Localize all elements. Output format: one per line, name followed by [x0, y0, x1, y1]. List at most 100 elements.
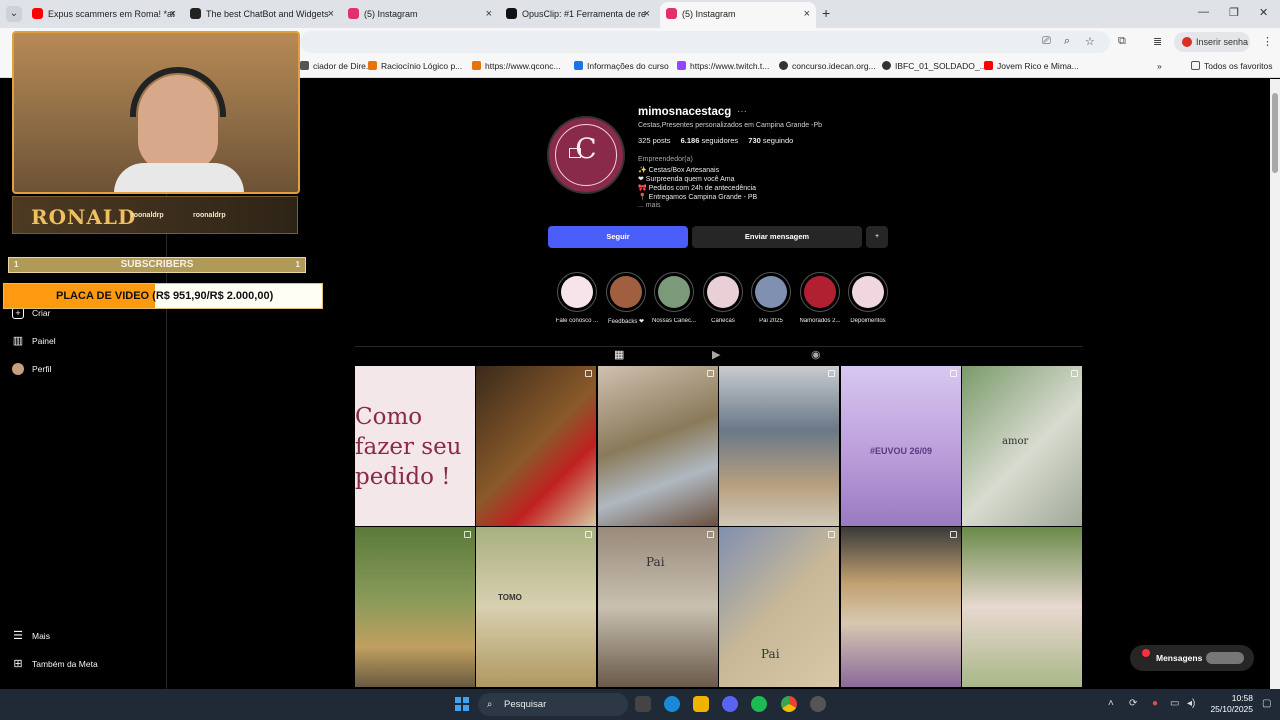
bookmark-label: concurso.idecan.org... [792, 61, 876, 71]
extensions-icon[interactable]: ⧉ [1118, 35, 1126, 48]
bookmark-icon [677, 61, 686, 70]
bookmark-item[interactable]: Jovem Rico e Mima... [984, 61, 1079, 71]
options-icon[interactable]: ··· [737, 106, 747, 117]
messages-button[interactable]: Mensagens [1130, 645, 1254, 671]
sidebar-item-more[interactable]: ☰ Mais [12, 629, 50, 643]
tab-search-button[interactable]: ⌄ [6, 6, 22, 22]
posts-grid-tab-icon[interactable]: ▦ [614, 348, 624, 361]
browser-tab[interactable]: (5) Instagram × [342, 4, 498, 26]
post-thumbnail[interactable] [719, 366, 839, 526]
network-icon[interactable]: ▭ [1170, 698, 1179, 709]
sync-icon[interactable]: ⟳ [1129, 698, 1137, 709]
volume-icon[interactable]: ◂) [1187, 698, 1195, 709]
story-highlight[interactable]: Namorados 2... [798, 272, 842, 324]
sidebar-item-also-from-meta[interactable]: ⊞ Também da Meta [12, 657, 97, 671]
maximize-icon[interactable]: ❐ [1229, 6, 1239, 19]
story-highlight[interactable]: Feedbacks ❤ [604, 272, 648, 325]
sidebar-item-profile[interactable]: Perfil [12, 362, 51, 376]
reels-tab-icon[interactable]: ▶ [712, 348, 720, 361]
browser-tab-active[interactable]: (5) Instagram × [660, 2, 816, 28]
browser-tab[interactable]: The best ChatBot and Widgets × [184, 4, 340, 26]
bookmark-item[interactable]: https://www.twitch.t... [677, 61, 769, 71]
chrome-icon[interactable] [781, 696, 797, 712]
story-highlight[interactable]: Canecas [701, 272, 745, 324]
post-thumbnail[interactable] [598, 366, 718, 526]
highlight-ring [654, 272, 694, 312]
windows-start-icon[interactable] [455, 697, 469, 711]
message-avatars [1206, 652, 1244, 664]
bio-more-link[interactable]: ... mais [638, 202, 661, 209]
profile-avatar[interactable]: C [547, 116, 625, 194]
notifications-icon[interactable]: ▢ [1262, 698, 1271, 709]
highlight-ring [848, 272, 888, 312]
post-caption: Como fazer seu pedido ! [355, 404, 462, 490]
all-bookmarks[interactable]: Todos os favoritos [1191, 61, 1273, 71]
taskbar-search[interactable]: ⌕ Pesquisar [478, 693, 628, 716]
bookmark-icon [300, 61, 309, 70]
close-icon[interactable]: × [644, 4, 650, 24]
bookmark-icon [779, 61, 788, 70]
close-icon[interactable]: × [328, 4, 334, 24]
scrollbar-thumb[interactable] [1272, 93, 1278, 173]
instagram-icon [666, 8, 677, 19]
tray-overflow-icon[interactable]: ˄ [1108, 698, 1114, 709]
page-scrollbar[interactable] [1270, 79, 1280, 689]
follow-button[interactable]: Seguir [548, 226, 688, 248]
microphone-icon[interactable]: ● [1152, 698, 1158, 709]
post-thumbnail[interactable] [962, 527, 1082, 687]
send-message-button[interactable]: Enviar mensagem [692, 226, 862, 248]
profile-signin-button[interactable]: Inserir senha [1174, 32, 1250, 52]
post-thumbnail[interactable]: Como fazer seu pedido ! [355, 366, 475, 526]
story-highlight[interactable]: Pai 2025 [749, 272, 793, 324]
bookmarks-overflow-icon[interactable]: » [1157, 61, 1162, 71]
close-window-icon[interactable]: ✕ [1259, 6, 1268, 19]
install-app-icon[interactable]: ⎚ [1042, 35, 1051, 48]
followers-link[interactable]: 6.186 seguidores [681, 136, 739, 145]
post-caption: TOMO [498, 593, 522, 602]
bookmark-item[interactable]: ciador de Dire... [300, 61, 373, 71]
kebab-menu-icon[interactable]: ⋮ [1262, 35, 1273, 48]
discord-icon[interactable] [722, 696, 738, 712]
bookmark-item[interactable]: https://www.qconc... [472, 61, 561, 71]
new-tab-icon[interactable]: + [822, 5, 830, 21]
tagged-tab-icon[interactable]: ◉ [811, 348, 821, 361]
post-thumbnail[interactable] [841, 527, 961, 687]
bookmark-star-icon[interactable]: ☆ [1085, 35, 1095, 48]
file-explorer-icon[interactable] [693, 696, 709, 712]
story-highlight[interactable]: Depoimentos [846, 272, 890, 324]
taskbar-clock[interactable]: 10:58 25/10/2025 [1205, 693, 1253, 715]
post-thumbnail[interactable] [476, 366, 596, 526]
address-bar[interactable] [300, 31, 1110, 53]
profile-username: mimosnacestacg [638, 106, 732, 118]
close-icon[interactable]: × [486, 4, 492, 24]
bookmark-item[interactable]: IBFC_01_SOLDADO_... [882, 61, 987, 71]
following-link[interactable]: 730 seguindo [748, 136, 793, 145]
spotify-icon[interactable] [751, 696, 767, 712]
minimize-icon[interactable]: — [1198, 6, 1209, 18]
obs-icon[interactable] [810, 696, 826, 712]
story-highlight[interactable]: Nossas Canec... [652, 272, 696, 324]
task-view-icon[interactable] [635, 696, 651, 712]
social-handle: roonaldrp [193, 212, 226, 219]
add-person-icon[interactable]: + [866, 226, 888, 248]
bookmark-item[interactable]: Informações do curso [574, 61, 669, 71]
post-thumbnail[interactable]: #EUVOU 26/09 [841, 366, 961, 526]
browser-tab[interactable]: Expus scammers em Roma! *at × [26, 4, 182, 26]
close-icon[interactable]: × [170, 4, 176, 24]
sidebar-item-dashboard[interactable]: ▥ Painel [12, 334, 56, 348]
browser-tab[interactable]: OpusClip: #1 Ferramenta de re × [500, 4, 656, 26]
carousel-icon [464, 531, 471, 538]
bookmark-icon [472, 61, 481, 70]
post-thumbnail[interactable]: Pai [598, 527, 718, 687]
edge-icon[interactable] [664, 696, 680, 712]
post-thumbnail[interactable]: Pai [719, 527, 839, 687]
post-thumbnail[interactable]: amor [962, 366, 1082, 526]
story-highlight[interactable]: Fale conosco ... [555, 272, 599, 324]
media-icon[interactable]: ≣ [1153, 35, 1162, 48]
bookmark-item[interactable]: concurso.idecan.org... [779, 61, 876, 71]
post-thumbnail[interactable]: TOMO [476, 527, 596, 687]
post-thumbnail[interactable] [355, 527, 475, 687]
bookmark-item[interactable]: Raciocínio Lógico p... [368, 61, 462, 71]
zoom-icon[interactable]: ⌕ [1064, 35, 1070, 48]
close-icon[interactable]: × [804, 2, 810, 26]
